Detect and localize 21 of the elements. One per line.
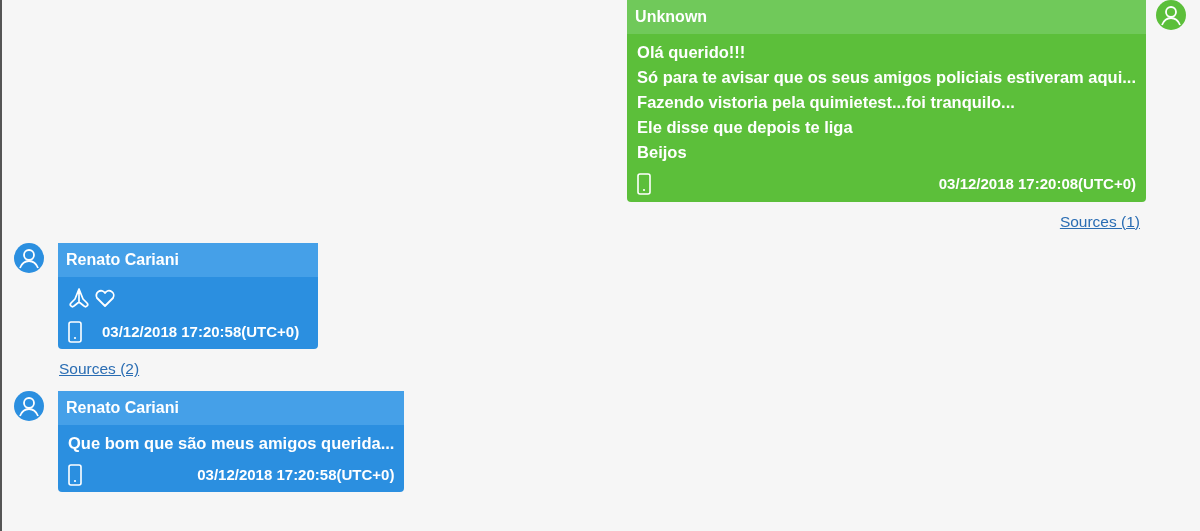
sender-name: Unknown xyxy=(627,0,1146,34)
message-text: Só para te avisar que os seus amigos policiais estiveram aqui... xyxy=(637,67,1136,88)
timestamp: 03/12/2018 17:20:58(UTC+0) xyxy=(197,464,395,485)
avatar-icon xyxy=(1156,0,1186,30)
sender-name: Renato Cariani xyxy=(58,242,318,277)
sources-link[interactable]: Sources (1) xyxy=(1059,209,1140,233)
timestamp: 03/12/2018 17:20:08(UTC+0) xyxy=(938,174,1136,194)
message-text: Ele disse que depois te liga xyxy=(637,117,854,138)
message-text: Fazendo vistoria pela quimietest...foi tranquilo... xyxy=(637,92,1016,113)
praying-hands-icon xyxy=(68,286,90,309)
message-text: Olá querido!!! xyxy=(637,42,747,63)
phone-icon xyxy=(68,463,82,486)
sources-link[interactable]: Sources (2) xyxy=(59,357,140,381)
avatar-icon xyxy=(14,242,44,273)
message-text: Que bom que são meus amigos querida... xyxy=(68,432,395,454)
message-text: Beijos xyxy=(637,142,688,163)
avatar-icon xyxy=(14,390,44,421)
phone-icon xyxy=(68,321,82,343)
timestamp: 03/12/2018 17:20:58(UTC+0) xyxy=(102,321,300,342)
sender-name: Renato Cariani xyxy=(58,390,405,425)
phone-icon xyxy=(637,173,652,196)
